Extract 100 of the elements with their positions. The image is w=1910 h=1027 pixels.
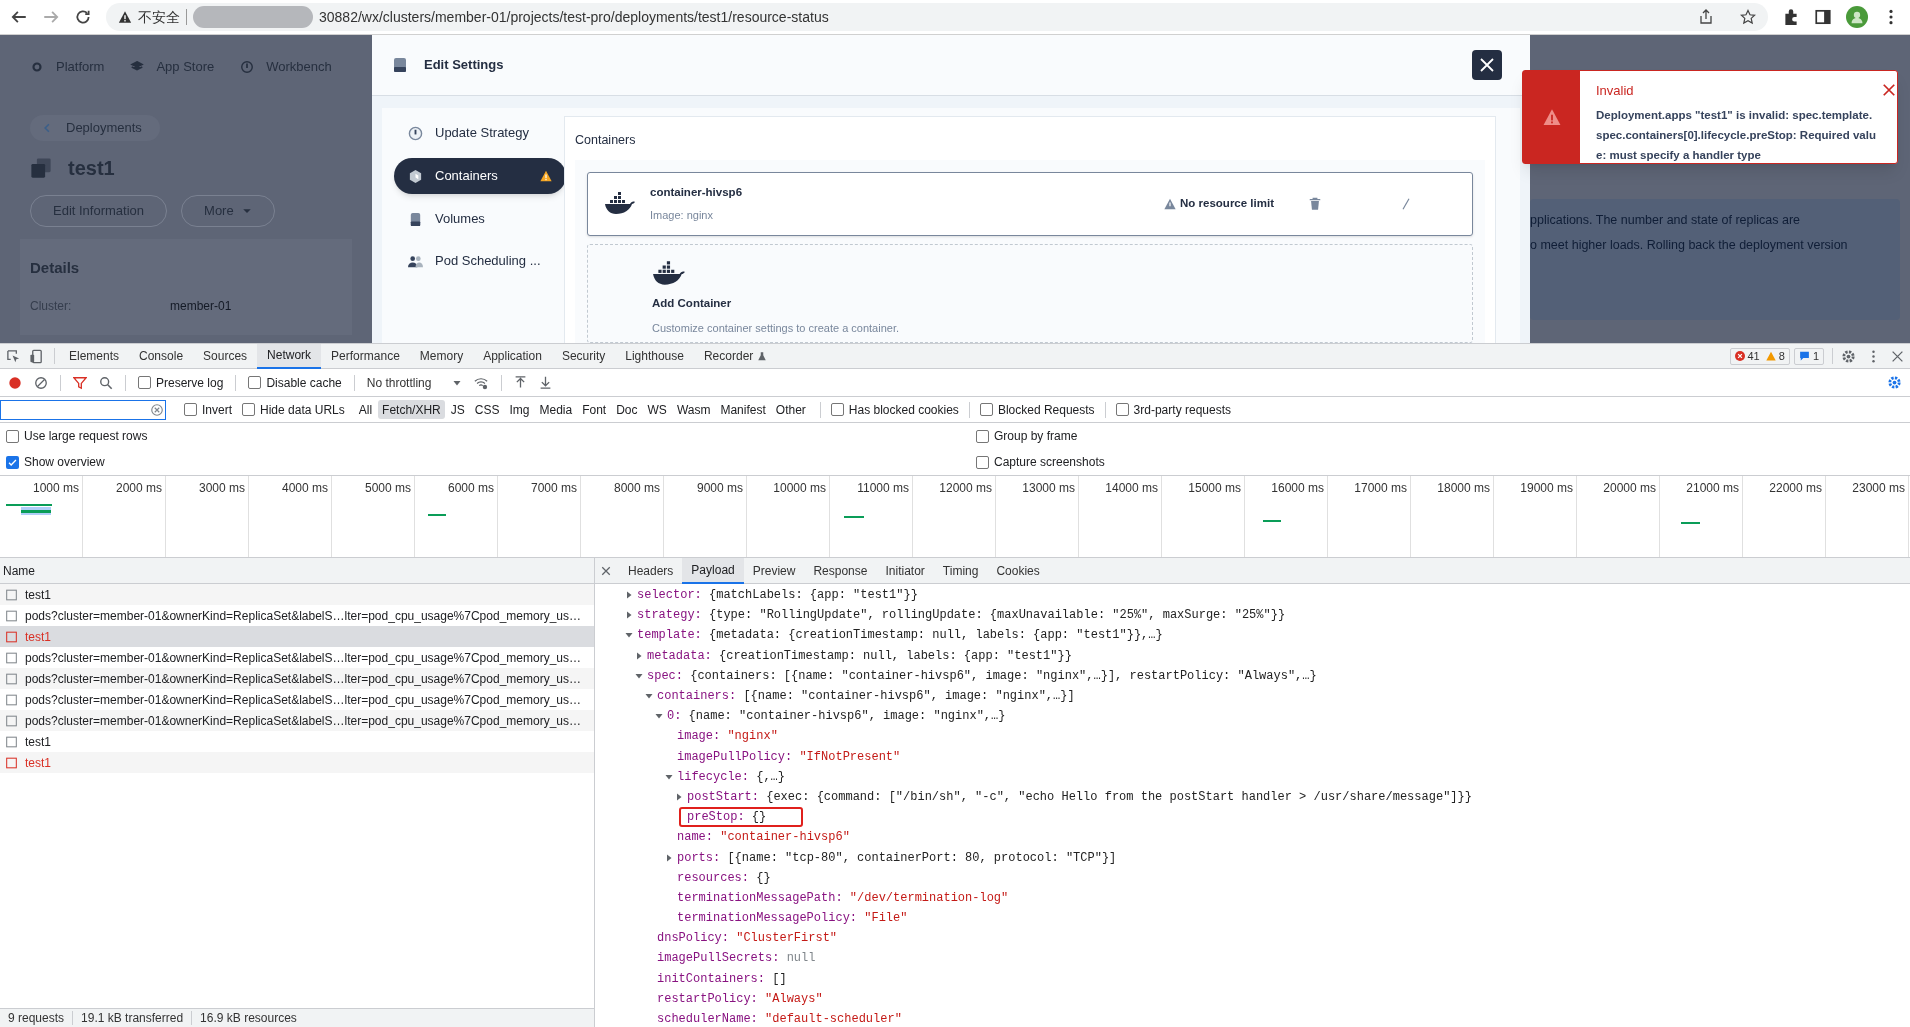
card-title: Add Container (652, 295, 733, 311)
triangle-right-icon[interactable] (625, 591, 633, 600)
clear-icon[interactable] (34, 375, 48, 390)
checkbox[interactable] (242, 403, 255, 416)
settings-icon[interactable] (1841, 348, 1856, 364)
error-warning-counter[interactable]: 41 8 (1729, 347, 1790, 365)
checkbox[interactable] (976, 455, 989, 469)
triangle-down-icon[interactable] (665, 772, 673, 781)
type-filter-button[interactable]: Wasm (672, 400, 715, 419)
checkbox[interactable] (6, 429, 19, 443)
column-header[interactable]: Name (0, 558, 594, 584)
warning-icon (118, 10, 132, 24)
square-icon (6, 735, 17, 748)
request-row[interactable]: test1 (0, 584, 594, 605)
close-icon[interactable] (601, 565, 611, 576)
record-icon[interactable] (8, 375, 22, 390)
device-toggle-icon[interactable] (29, 348, 44, 364)
throttling-dropdown[interactable]: No throttling (366, 373, 462, 392)
checkbox[interactable] (830, 403, 844, 416)
upload-icon[interactable] (514, 376, 528, 389)
request-row[interactable]: pods?cluster=member-01&ownerKind=ReplicaSet&labelS…lter=pod_cpu_usage%7Cpod_memory_us… (0, 710, 594, 731)
type-filter-button[interactable]: Media (535, 400, 577, 419)
devtools-tab[interactable]: Security (551, 343, 616, 369)
type-filter-button[interactable]: CSS (470, 400, 504, 419)
menu-item[interactable]: Containers (394, 158, 566, 194)
clear-icon[interactable] (151, 403, 163, 416)
details-tab[interactable]: Payload (682, 557, 744, 584)
devtools-tab[interactable]: Application (473, 343, 552, 369)
close-icon[interactable] (1891, 349, 1904, 363)
triangle-down-icon[interactable] (635, 671, 643, 680)
triangle-right-icon[interactable] (635, 651, 643, 660)
type-filter-button[interactable]: JS (446, 400, 469, 419)
checkbox[interactable] (1115, 403, 1129, 416)
details-tab[interactable]: Preview (743, 557, 805, 584)
star-icon[interactable] (1740, 9, 1756, 25)
type-filter-button[interactable]: Fetch/XHR (378, 400, 445, 419)
triangle-right-icon[interactable] (665, 853, 673, 862)
share-icon[interactable] (1698, 9, 1714, 25)
triangle-right-icon[interactable] (625, 611, 633, 620)
devtools-tab[interactable]: Lighthouse (615, 343, 694, 369)
type-filter-button[interactable]: Img (505, 400, 534, 419)
add-container-card[interactable]: Add Container Customize container settings to create a container. (587, 243, 1473, 343)
checkbox[interactable] (248, 376, 262, 389)
request-row[interactable]: test1 (0, 626, 594, 647)
devtools-tab[interactable]: Recorder (693, 343, 778, 369)
menu-item[interactable]: Pod Scheduling ... (394, 244, 566, 278)
request-row[interactable]: test1 (0, 752, 594, 773)
checkbox[interactable] (184, 403, 197, 416)
checkbox-label: Show overview (24, 454, 105, 471)
search-icon[interactable] (99, 375, 113, 390)
triangle-down-icon[interactable] (655, 712, 663, 721)
inspect-icon[interactable] (6, 348, 21, 364)
settings-icon[interactable] (1887, 375, 1902, 390)
address-bar[interactable]: 不安全 30882/wx/clusters/member-01/projects/test-pro/deployments/test1/resource-status (106, 3, 1768, 31)
devtools-tab[interactable]: Memory (409, 343, 474, 369)
checkbox[interactable] (6, 455, 19, 469)
type-filter-button[interactable]: Font (578, 400, 611, 419)
details-tab[interactable]: Initiator (876, 557, 934, 584)
request-name: test1 (25, 754, 51, 772)
triangle-down-icon[interactable] (625, 631, 633, 640)
devtools-tab[interactable]: Elements (59, 343, 130, 369)
reload-icon[interactable] (74, 8, 92, 26)
payload-entry: terminationMessagePath: "/dev/termination-log" (677, 889, 1009, 907)
gauge-icon (240, 59, 255, 74)
type-filter-button[interactable]: Manifest (716, 400, 770, 419)
devtools-tab[interactable]: Performance (321, 343, 410, 369)
pencil-icon[interactable] (1400, 196, 1412, 211)
close-button[interactable] (1472, 50, 1502, 80)
menu-item[interactable]: Update Strategy (394, 116, 566, 150)
sidebar-icon[interactable] (1814, 8, 1832, 26)
devtools-tab[interactable]: Sources (193, 343, 258, 369)
close-icon[interactable] (1882, 83, 1896, 97)
menu-item[interactable]: Volumes (394, 202, 566, 236)
details-tab[interactable]: Cookies (987, 557, 1049, 584)
trash-icon[interactable] (1308, 196, 1322, 211)
devtools-tab[interactable]: Network (257, 343, 322, 369)
type-filter-button[interactable]: Other (771, 400, 810, 419)
request-row[interactable]: pods?cluster=member-01&ownerKind=ReplicaSet&labelS…lter=pod_cpu_usage%7Cpod_memory_us… (0, 668, 594, 689)
container-card[interactable]: container-hivsp6 Image: nginx No resource limit (587, 171, 1473, 236)
network-conditions-icon[interactable] (473, 375, 490, 390)
avatar-icon[interactable] (1846, 6, 1868, 28)
details-tab[interactable]: Timing (933, 557, 988, 584)
checkbox[interactable] (138, 376, 151, 389)
issues-counter[interactable]: 1 (1793, 347, 1824, 365)
type-filter-button[interactable]: WS (643, 400, 671, 419)
extensions-icon[interactable] (1782, 8, 1800, 26)
checkbox[interactable] (979, 403, 993, 416)
details-tab[interactable]: Response (804, 557, 877, 584)
payload-entry: lifecycle: {,…} (677, 768, 786, 786)
filter-icon[interactable] (73, 375, 87, 390)
devtools-tab[interactable]: Console (129, 343, 194, 369)
checkbox-label: Blocked Requests (997, 401, 1095, 419)
type-filter-button[interactable]: All (354, 400, 377, 419)
type-filter-button[interactable]: Doc (612, 400, 642, 419)
filter-field[interactable] (0, 399, 166, 420)
checkbox[interactable] (976, 429, 989, 443)
triangle-right-icon[interactable] (675, 792, 683, 801)
details-tab[interactable]: Headers (619, 557, 683, 584)
download-icon[interactable] (539, 376, 553, 389)
triangle-down-icon[interactable] (645, 692, 653, 701)
